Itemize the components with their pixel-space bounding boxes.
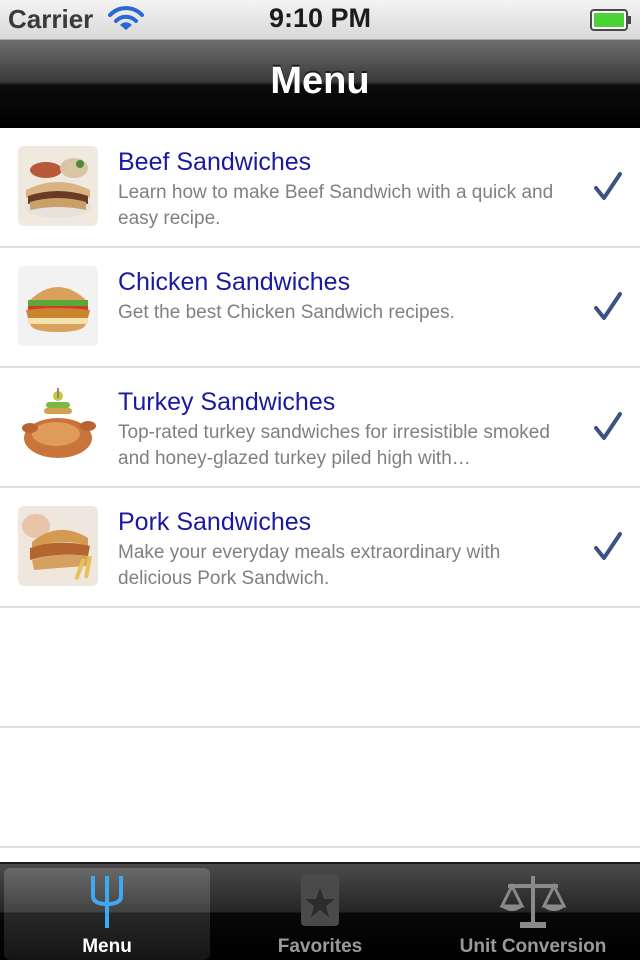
tab-bar: Menu Favorites Unit Conversion xyxy=(0,862,640,960)
nav-title: Menu xyxy=(270,60,370,102)
row-subtitle: Top-rated turkey sandwiches for irresist… xyxy=(118,422,550,469)
tab-label: Menu xyxy=(82,936,132,957)
navigation-bar: Menu xyxy=(0,40,640,128)
checkmark-icon xyxy=(594,412,622,447)
tab-label: Favorites xyxy=(277,936,363,957)
tab-unit-conversion[interactable]: Unit Conversion xyxy=(430,868,636,960)
empty-row xyxy=(0,608,640,728)
clock: 9:10 PM xyxy=(268,3,372,33)
table-row[interactable]: Beef Sandwiches Learn how to make Beef S… xyxy=(0,128,640,248)
row-subtitle: Get the best Chicken Sandwich recipes. xyxy=(118,302,455,323)
star-icon xyxy=(297,872,343,930)
row-title: Turkey Sandwiches xyxy=(118,388,336,416)
scale-icon xyxy=(499,872,567,930)
table-row[interactable]: Turkey Sandwiches Top-rated turkey sandw… xyxy=(0,368,640,488)
table-row[interactable]: Chicken Sandwiches Get the best Chicken … xyxy=(0,248,640,368)
checkmark-icon xyxy=(594,172,622,207)
row-subtitle: Learn how to make Beef Sandwich with a q… xyxy=(118,182,554,229)
battery-icon xyxy=(590,9,632,36)
row-title: Beef Sandwiches xyxy=(118,148,312,176)
tab-label: Unit Conversion xyxy=(459,936,607,957)
beef-sandwich-thumbnail xyxy=(18,146,98,226)
screen: Carrier 9:10 PM Menu Beef Sandwiches Lea… xyxy=(0,0,640,960)
row-title: Pork Sandwiches xyxy=(118,508,312,536)
table-row[interactable]: Pork Sandwiches Make your everyday meals… xyxy=(0,488,640,608)
status-bar: Carrier 9:10 PM xyxy=(0,0,640,40)
fork-icon xyxy=(87,872,127,930)
row-title: Chicken Sandwiches xyxy=(118,268,351,296)
pork-sandwich-thumbnail xyxy=(18,506,98,586)
row-subtitle: Make your everyday meals extraordinary w… xyxy=(118,542,501,589)
tab-menu[interactable]: Menu xyxy=(4,868,210,960)
turkey-sandwich-thumbnail xyxy=(18,386,98,466)
checkmark-icon xyxy=(594,532,622,567)
recipe-table: Beef Sandwiches Learn how to make Beef S… xyxy=(0,128,640,848)
tab-favorites[interactable]: Favorites xyxy=(218,868,422,960)
chicken-sandwich-thumbnail xyxy=(18,266,98,346)
checkmark-icon xyxy=(594,292,622,327)
empty-row xyxy=(0,728,640,848)
